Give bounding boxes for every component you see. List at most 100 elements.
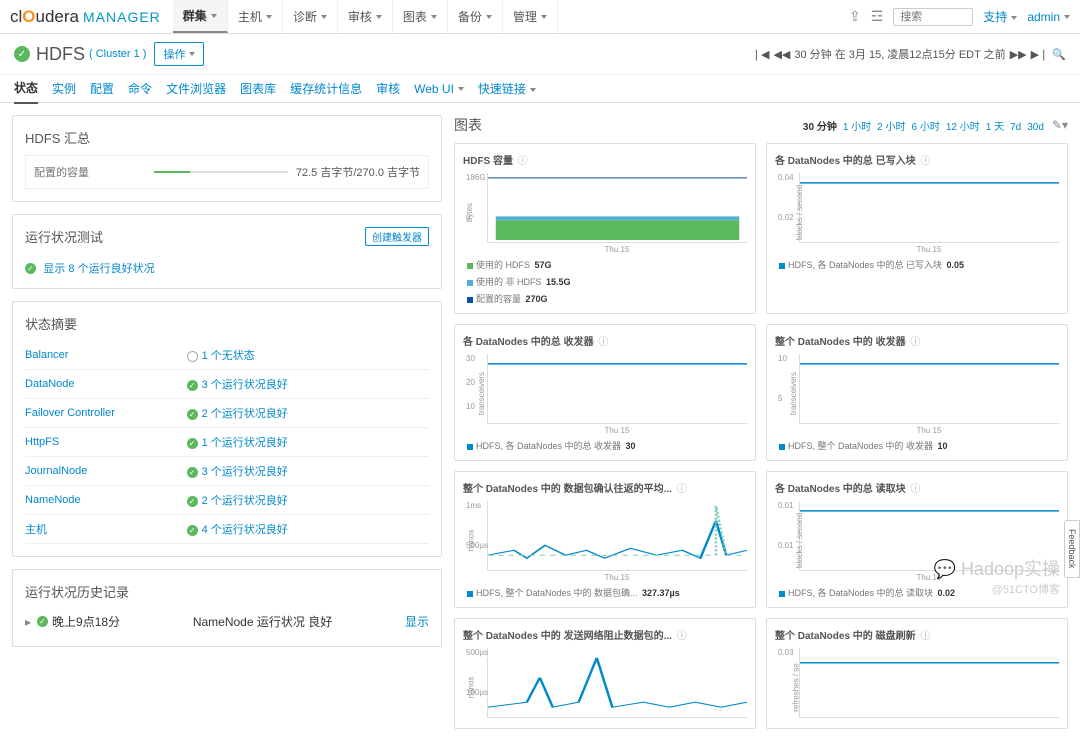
- info-icon[interactable]: ⓘ: [677, 631, 687, 642]
- create-trigger-button[interactable]: 创建触发器: [365, 227, 429, 246]
- time-range-7[interactable]: 30d: [1027, 122, 1044, 133]
- status-link[interactable]: 3 个运行状况良好: [202, 466, 288, 478]
- info-icon[interactable]: ⓘ: [920, 156, 930, 167]
- status-row: NameNode✓2 个运行状况良好: [25, 486, 429, 515]
- status-link[interactable]: 2 个运行状况良好: [202, 408, 288, 420]
- rewind-start-icon[interactable]: ❘◀: [752, 48, 770, 61]
- cluster-link[interactable]: ( Cluster 1 ): [89, 48, 146, 60]
- status-link[interactable]: 4 个运行状况良好: [202, 524, 288, 536]
- info-icon[interactable]: ⓘ: [920, 631, 930, 642]
- subnav-item-3[interactable]: 命令: [128, 74, 152, 103]
- role-link[interactable]: Balancer: [25, 349, 68, 361]
- time-range-1[interactable]: 1 小时: [843, 122, 871, 133]
- edit-layout-icon[interactable]: ✎▾: [1052, 118, 1068, 132]
- role-link[interactable]: NameNode: [25, 494, 81, 506]
- info-icon[interactable]: ⓘ: [518, 156, 528, 167]
- history-title: 运行状况历史记录: [25, 582, 429, 601]
- chart-area[interactable]: nanos1ms500µs: [487, 501, 747, 571]
- nav-item-5[interactable]: 备份: [448, 0, 503, 33]
- left-column: HDFS 汇总 配置的容量 72.5 吉字节/270.0 吉字节 运行状况测试 …: [12, 115, 442, 729]
- status-summary-panel: 状态摘要 Balancer1 个无状态DataNode✓3 个运行状况良好Fai…: [12, 301, 442, 557]
- service-header: ✓ HDFS ( Cluster 1 ) 操作 ❘◀ ◀◀ 30 分钟 在 3月…: [0, 34, 1080, 75]
- brand-text2: udera: [36, 7, 79, 27]
- status-link[interactable]: 1 个运行状况良好: [202, 437, 288, 449]
- parcels-icon[interactable]: ⇪: [849, 8, 861, 25]
- subnav-item-4[interactable]: 文件浏览器: [166, 74, 226, 103]
- chart-title: HDFS 容量 ⓘ: [463, 152, 747, 167]
- time-range-6[interactable]: 7d: [1010, 122, 1021, 133]
- ok-icon: ✓: [187, 409, 198, 420]
- ok-icon: ✓: [37, 616, 48, 627]
- info-icon[interactable]: ⓘ: [910, 484, 920, 495]
- charts-header: 图表 30 分钟 1 小时 2 小时 6 小时 12 小时 1 天 7d 30d ✎▾: [454, 115, 1068, 135]
- time-range-3[interactable]: 6 小时: [912, 122, 940, 133]
- time-range-2[interactable]: 2 小时: [877, 122, 905, 133]
- subnav-item-1[interactable]: 实例: [52, 74, 76, 103]
- nav-item-6[interactable]: 管理: [503, 0, 558, 33]
- chart-panel-1: 各 DataNodes 中的总 已写入块 ⓘ blocks / second0.0…: [766, 143, 1068, 314]
- brand-text: cl: [10, 7, 22, 27]
- status-row: JournalNode✓3 个运行状况良好: [25, 457, 429, 486]
- legend-item: HDFS, 整个 DataNodes 中的 收发器 10: [779, 439, 1059, 452]
- chart-panel-3: 整个 DataNodes 中的 收发器 ⓘtransceivers105Thu …: [766, 324, 1068, 461]
- subnav-item-6[interactable]: 缓存统计信息: [290, 74, 362, 103]
- chart-area[interactable]: bytes186G0: [487, 173, 747, 243]
- chart-title: 各 DataNodes 中的总 收发器 ⓘ: [463, 333, 747, 348]
- nav-item-0[interactable]: 群集: [173, 0, 228, 33]
- chart-area[interactable]: blocks / second0.040.02: [799, 173, 1059, 243]
- support-link[interactable]: 支持: [983, 8, 1017, 25]
- service-name: HDFS: [36, 44, 85, 65]
- status-link[interactable]: 2 个运行状况良好: [202, 495, 288, 507]
- status-table: Balancer 1 个无状态 DataNode ✓ 3 个运行状况良好 Failover…: [25, 341, 429, 544]
- time-range-5[interactable]: 1 天: [986, 122, 1004, 133]
- chart-area[interactable]: transceivers105: [799, 354, 1059, 424]
- chart-panel-2: 各 DataNodes 中的总 收发器 ⓘtransceivers302010T…: [454, 324, 756, 461]
- role-link[interactable]: DataNode: [25, 378, 75, 390]
- status-link[interactable]: 3 个运行状况良好: [202, 379, 288, 391]
- brand-logo[interactable]: clOudera MANAGER: [10, 7, 161, 27]
- alerts-icon[interactable]: ☲: [871, 8, 884, 25]
- forward-end-icon[interactable]: ▶❘: [1031, 48, 1049, 61]
- role-link[interactable]: 主机: [25, 524, 47, 536]
- history-panel: 运行状况历史记录 ▸ ✓ 晚上9点18分 NameNode 运行状况 良好 显示: [12, 569, 442, 647]
- role-link[interactable]: Failover Controller: [25, 407, 115, 419]
- time-range-0[interactable]: 30 分钟: [803, 122, 837, 133]
- info-icon[interactable]: ⓘ: [677, 484, 687, 495]
- nav-item-2[interactable]: 诊断: [283, 0, 338, 33]
- history-row: ▸ ✓ 晚上9点18分 NameNode 运行状况 良好 显示: [25, 609, 429, 634]
- ok-icon: ✓: [187, 525, 198, 536]
- nav-item-1[interactable]: 主机: [228, 0, 283, 33]
- subnav-item-8[interactable]: Web UI: [414, 76, 464, 102]
- subnav-item-2[interactable]: 配置: [90, 74, 114, 103]
- chart-area[interactable]: transceivers302010: [487, 354, 747, 424]
- legend-item: 配置的容量 270G: [467, 292, 747, 305]
- forward-icon[interactable]: ▶▶: [1010, 48, 1027, 61]
- charts-title: 图表: [454, 115, 482, 135]
- feedback-tab[interactable]: Feedback: [1064, 520, 1080, 578]
- search-input[interactable]: [893, 8, 973, 26]
- status-row: Balancer 1 个无状态: [25, 341, 429, 370]
- role-link[interactable]: HttpFS: [25, 436, 59, 448]
- status-link[interactable]: 1 个无状态: [202, 350, 255, 362]
- subnav-item-5[interactable]: 图表库: [240, 74, 276, 103]
- role-link[interactable]: JournalNode: [25, 465, 87, 477]
- user-menu[interactable]: admin: [1027, 10, 1070, 24]
- health-show-link[interactable]: 显示 8 个运行良好状况: [43, 263, 154, 275]
- nav-item-3[interactable]: 审核: [338, 0, 393, 33]
- subnav-item-9[interactable]: 快速链接: [478, 74, 536, 103]
- rewind-icon[interactable]: ◀◀: [773, 48, 790, 61]
- time-range-4[interactable]: 12 小时: [946, 122, 980, 133]
- zoom-out-icon[interactable]: 🔍: [1052, 48, 1066, 61]
- subnav-item-7[interactable]: 审核: [376, 74, 400, 103]
- chart-area[interactable]: refreshes / se0.03: [799, 648, 1059, 718]
- chart-area[interactable]: nanos500µs100µs: [487, 648, 747, 718]
- subnav-item-0[interactable]: 状态: [14, 73, 38, 104]
- history-show-link[interactable]: 显示: [405, 613, 429, 630]
- actions-button[interactable]: 操作: [154, 42, 204, 66]
- nav-item-4[interactable]: 图表: [393, 0, 448, 33]
- info-icon[interactable]: ⓘ: [598, 337, 608, 348]
- info-icon[interactable]: ⓘ: [910, 337, 920, 348]
- chart-title: 各 DataNodes 中的总 已写入块 ⓘ: [775, 152, 1059, 167]
- time-range-note: ❘◀ ◀◀ 30 分钟 在 3月 15, 凌晨12点15分 EDT 之前 ▶▶ …: [752, 46, 1066, 62]
- ok-icon: ✓: [187, 380, 198, 391]
